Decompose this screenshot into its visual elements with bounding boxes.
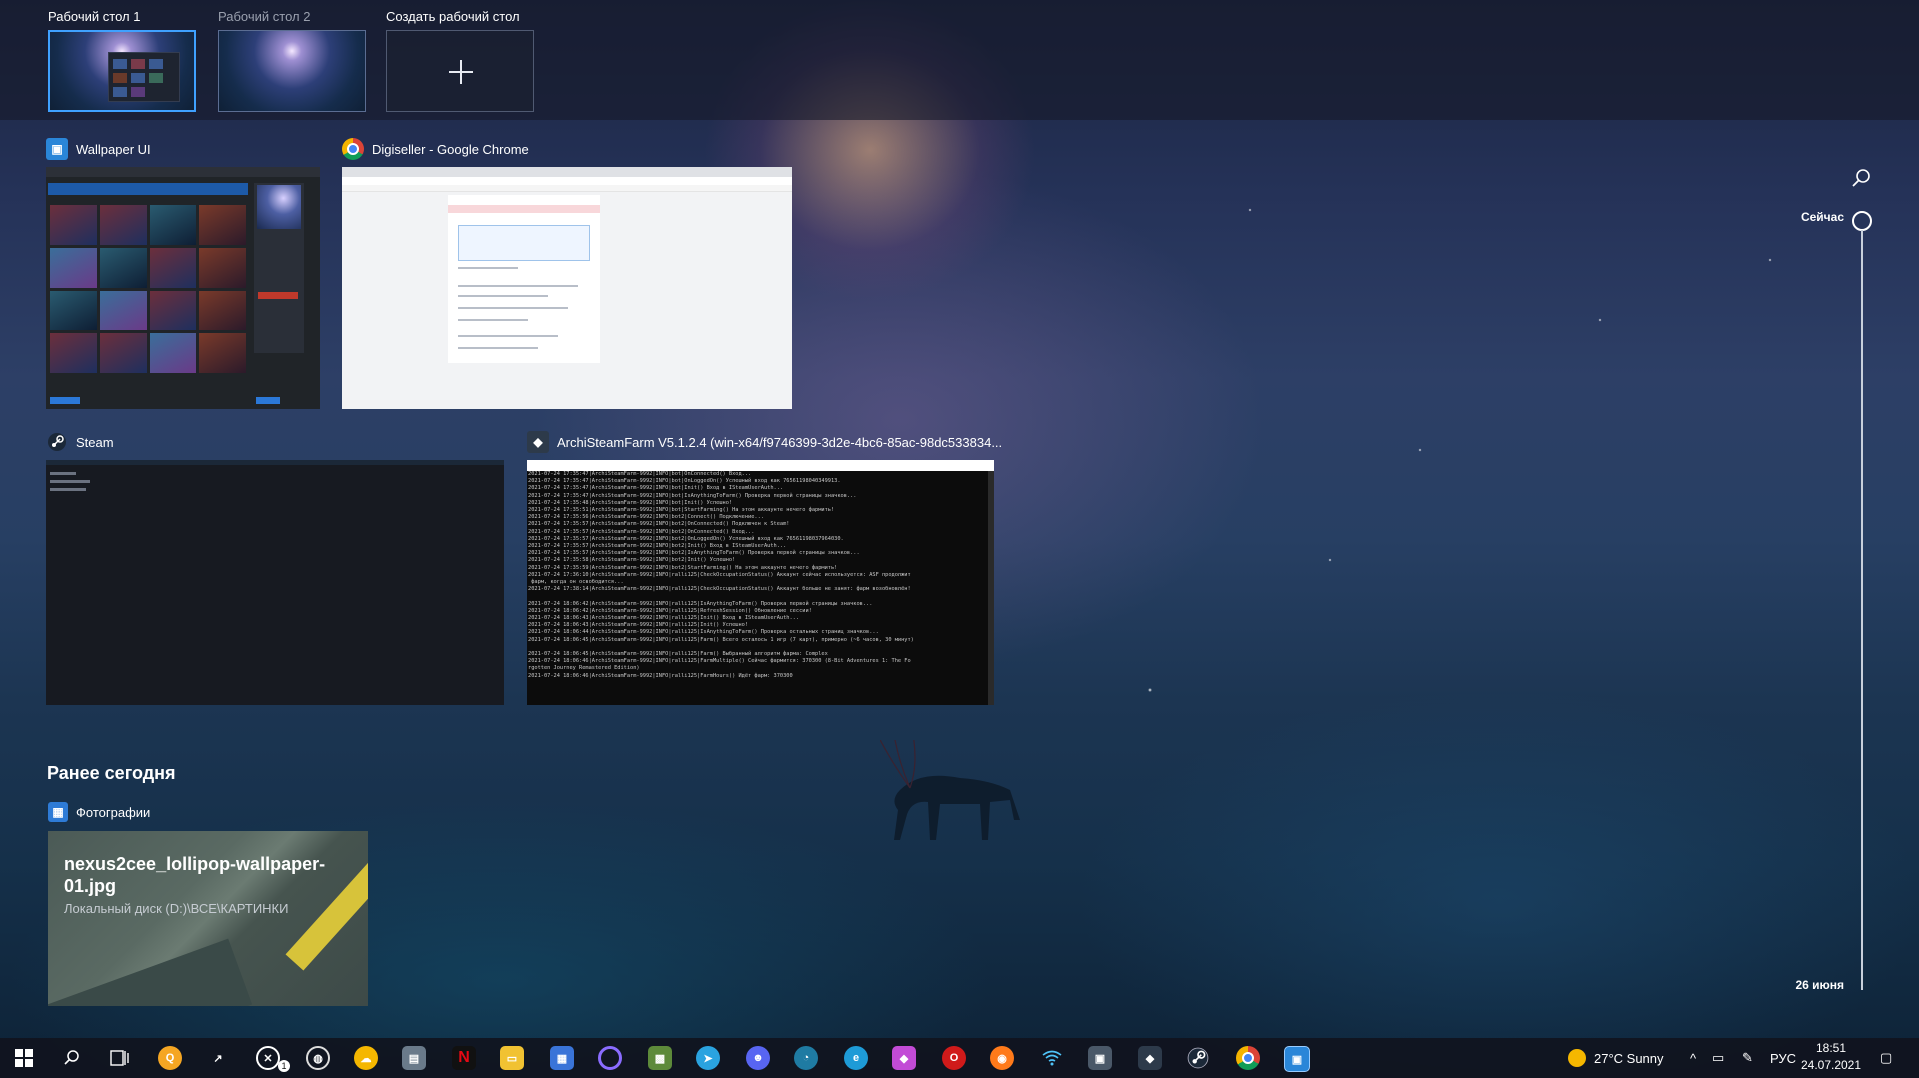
language-indicator[interactable]: РУС <box>1770 1038 1796 1078</box>
desktop-2-thumbnail[interactable] <box>218 30 366 112</box>
new-desktop-label: Создать рабочий стол <box>386 9 520 24</box>
xbox-icon[interactable]: ✕ <box>256 1046 280 1070</box>
windows-logo-icon <box>15 1049 33 1067</box>
taskbar-search-icon <box>64 1050 79 1065</box>
timeline-date-label[interactable]: 26 июня <box>1740 978 1844 992</box>
network-icon[interactable]: ▭ <box>1712 1038 1724 1078</box>
taskbar-asf-icon[interactable]: ◆ <box>1138 1046 1162 1070</box>
timeline-now-label[interactable]: Сейчас <box>1760 210 1844 224</box>
netflix-icon[interactable]: N <box>452 1046 476 1070</box>
taskbar: Q ↗ ✕ 1 ◍ ☁ ▤ N ▭ ▦ ▩ ➤ ☻ ◔ e ◆ O ◉ ▣ ◆ … <box>0 1038 1919 1078</box>
discord-icon[interactable]: ☻ <box>746 1046 770 1070</box>
window-title: Steam <box>76 434 114 450</box>
photo-file-name: nexus2cee_lollipop-wallpaper-01.jpg <box>64 854 326 896</box>
desktop-1-label: Рабочий стол 1 <box>48 9 141 24</box>
cursor-app-icon[interactable]: ↗ <box>206 1046 230 1070</box>
task-view-button[interactable] <box>108 1046 132 1070</box>
new-desktop-button[interactable] <box>386 30 534 112</box>
chrome-icon <box>342 138 364 160</box>
window-header: ◆ ArchiSteamFarm V5.1.2.4 (win-x64/f9746… <box>527 430 1002 454</box>
window-title: ArchiSteamFarm V5.1.2.4 (win-x64/f974639… <box>557 434 1003 450</box>
opera-icon[interactable]: O <box>942 1046 966 1070</box>
window-title: Wallpaper UI <box>76 141 151 157</box>
window-header: ▣ Wallpaper UI <box>46 137 151 161</box>
asf-icon: ◆ <box>527 431 549 453</box>
notification-icon[interactable]: ▢ <box>1880 1038 1892 1078</box>
steam-preview[interactable] <box>46 460 504 705</box>
start-button[interactable] <box>12 1046 36 1070</box>
telegram-icon[interactable]: ➤ <box>696 1046 720 1070</box>
wifi-app-icon[interactable] <box>1040 1046 1064 1070</box>
photos-icon: ▦ <box>48 802 68 822</box>
wallpaper-deer-silhouette <box>880 740 1020 840</box>
firefox-icon[interactable]: ◉ <box>990 1046 1014 1070</box>
clock-date: 24.07.2021 <box>1800 1058 1862 1072</box>
timeline-track[interactable] <box>1861 230 1863 990</box>
console-titlebar <box>527 460 994 471</box>
pen-icon[interactable]: ✎ <box>1742 1038 1753 1078</box>
sun-icon <box>1568 1049 1586 1067</box>
edge-icon[interactable]: e <box>844 1046 868 1070</box>
chevron-up-icon[interactable]: ^ <box>1690 1038 1696 1078</box>
minecraft-icon[interactable]: ▩ <box>648 1046 672 1070</box>
taskbar-chrome-icon[interactable] <box>1236 1046 1260 1070</box>
clock-time: 18:51 <box>1815 1041 1847 1055</box>
weather-app-icon[interactable]: ☁ <box>354 1046 378 1070</box>
window-title: Digiseller - Google Chrome <box>372 141 529 157</box>
wallpaper-ui-preview[interactable] <box>46 167 320 409</box>
weather-text: 27°C Sunny <box>1594 1050 1664 1066</box>
task-view-icon <box>110 1050 129 1066</box>
search-icon[interactable] <box>1850 167 1872 189</box>
desktop-1-window-preview <box>108 52 180 102</box>
file-explorer-icon[interactable]: ▭ <box>500 1046 524 1070</box>
timeline-handle[interactable] <box>1852 211 1872 231</box>
console-log: 2021-07-24 17:35:47|ArchiSteamFarm-9992|… <box>528 471 914 679</box>
weather-widget[interactable]: 27°C Sunny <box>1568 1038 1664 1078</box>
photos-app-name: Фотографии <box>76 804 151 820</box>
plus-icon <box>449 60 473 84</box>
earlier-today-heading: Ранее сегодня <box>47 763 176 783</box>
globe-icon[interactable]: ◍ <box>306 1046 330 1070</box>
gem-app-icon[interactable]: ◆ <box>892 1046 916 1070</box>
steam-icon <box>46 431 68 453</box>
window-header: Steam <box>46 430 114 454</box>
search-button[interactable] <box>60 1046 84 1070</box>
desktop-2-label: Рабочий стол 2 <box>218 9 311 24</box>
photos-app-header: ▦ Фотографии <box>48 802 150 822</box>
taskbar-clock[interactable]: 18:51 24.07.2021 <box>1800 1040 1862 1074</box>
desktop-1-thumbnail[interactable] <box>48 30 196 112</box>
photo-file-path: Локальный диск (D:)\ВСЕ\КАРТИНКИ <box>64 901 289 916</box>
calculator-icon[interactable]: ▤ <box>402 1046 426 1070</box>
cortana-icon[interactable] <box>598 1046 622 1070</box>
windows-app-icon[interactable]: ▣ <box>1088 1046 1112 1070</box>
virtual-desktops-bar: Рабочий стол 1 Рабочий стол 2 Создать ра… <box>0 0 1919 120</box>
console-preview[interactable]: 2021-07-24 17:35:47|ArchiSteamFarm-9992|… <box>527 460 994 705</box>
qbittorrent-icon[interactable]: Q <box>158 1046 182 1070</box>
console-scrollbar[interactable] <box>988 471 994 705</box>
photo-activity-card[interactable]: nexus2cee_lollipop-wallpaper-01.jpg Лока… <box>48 831 368 1006</box>
wallpaper-engine-icon: ▣ <box>46 138 68 160</box>
window-header: Digiseller - Google Chrome <box>342 137 529 161</box>
taskbar-wallpaper-engine-icon[interactable]: ▣ <box>1284 1046 1310 1072</box>
taskbar-steam-icon[interactable] <box>1186 1046 1210 1070</box>
store-icon[interactable]: ▦ <box>550 1046 574 1070</box>
xbox-badge: 1 <box>278 1060 290 1072</box>
sticky-app-icon[interactable]: ◔ <box>794 1046 818 1070</box>
chrome-preview[interactable] <box>342 167 792 409</box>
